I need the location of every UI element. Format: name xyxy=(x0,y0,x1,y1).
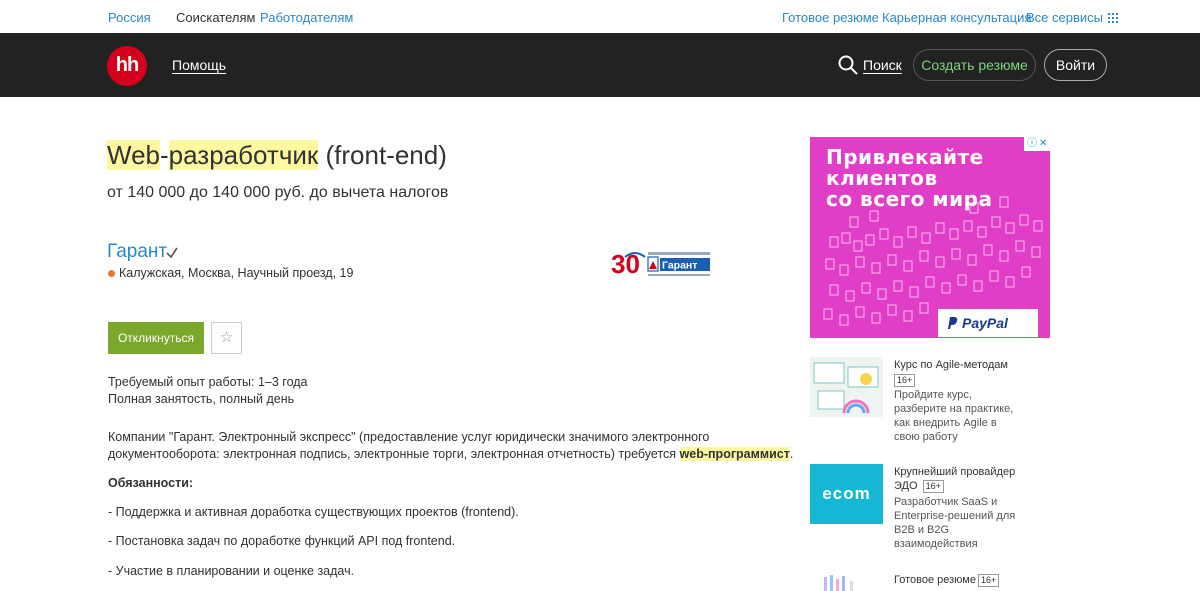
create-resume-button[interactable]: Создать резюме xyxy=(913,49,1036,81)
title-rest: (front-end) xyxy=(318,140,447,170)
desc-line: как внедрить Agile в xyxy=(894,417,997,429)
description-text: документооборота: электронная подпись, э… xyxy=(108,447,680,461)
title-line-2: ЭДО 16+ xyxy=(894,479,1015,493)
search-link[interactable]: Поиск xyxy=(863,57,902,73)
title-keyword-1: Web xyxy=(107,140,160,170)
hh-logo[interactable]: hh xyxy=(107,46,147,86)
all-services-link[interactable]: Все сервисы xyxy=(1026,10,1118,25)
ready-resume-link[interactable]: Готовое резюме xyxy=(782,10,879,25)
metro-dot-icon xyxy=(108,270,115,277)
description-line-1: Компании "Гарант. Электронный экспресс" … xyxy=(108,430,710,444)
favorite-star-button[interactable]: ☆ xyxy=(211,322,242,354)
ready-resume-image[interactable] xyxy=(810,571,883,591)
edo-provider-title[interactable]: Крупнейший провайдер ЭДО 16+ xyxy=(894,465,1015,493)
address: Калужская, Москва, Научный проезд, 19 xyxy=(119,266,354,280)
paypal-badge: PayPal xyxy=(938,309,1038,337)
ecom-logo-text: ecom xyxy=(822,484,871,503)
age-badge: 16+ xyxy=(894,374,916,387)
agile-course-desc: Пройдите курс, разберите на практике, ка… xyxy=(894,388,1013,444)
desc-line: Enterprise-решений для xyxy=(894,510,1016,522)
age-row: 16+ xyxy=(894,373,916,387)
ad-line: со всего мира xyxy=(826,187,993,211)
promo-title: Готовое резюме xyxy=(894,574,976,586)
title-line: Крупнейший провайдер xyxy=(894,466,1016,478)
search-icon[interactable] xyxy=(838,55,858,75)
desc-line: свою работу xyxy=(894,431,958,443)
respond-button[interactable]: Откликнуться xyxy=(108,322,204,354)
login-button[interactable]: Войти xyxy=(1044,49,1107,81)
desc-line: B2B и B2G xyxy=(894,524,950,536)
ad-banner[interactable]: Привлекайте клиентов со всего мира ⓘ ✕ xyxy=(810,137,1050,338)
description-highlight: web-программист xyxy=(679,447,790,461)
star-icon: ☆ xyxy=(219,329,234,346)
main-header: hh Помощь Поиск Создать резюме Войти xyxy=(0,33,1200,97)
paypal-label: PayPal xyxy=(962,315,1008,331)
all-services-label: Все сервисы xyxy=(1026,10,1103,25)
ad-choices[interactable]: ⓘ ✕ xyxy=(1024,137,1050,151)
edo-provider-desc: Разработчик SaaS и Enterprise-решений дл… xyxy=(894,495,1015,551)
desc-line: Пройдите курс, xyxy=(894,389,972,401)
help-link[interactable]: Помощь xyxy=(172,57,226,73)
verified-check-icon xyxy=(166,247,178,259)
desc-line: Разработчик SaaS и xyxy=(894,496,998,508)
applicants-link[interactable]: Соискателям xyxy=(176,10,255,25)
grid-icon xyxy=(1107,13,1118,23)
duty-item: - Участие в планировании и оценке задач. xyxy=(108,564,355,578)
title-keyword-2: разработчик xyxy=(168,140,319,170)
paypal-icon xyxy=(948,317,958,329)
ad-headline: Привлекайте клиентов со всего мира xyxy=(826,147,992,210)
career-consultation-link[interactable]: Карьерная консультация xyxy=(882,10,1031,25)
company-logo[interactable]: 30 Гарант xyxy=(611,247,712,279)
agile-course-image[interactable] xyxy=(810,357,883,417)
description-end: . xyxy=(789,447,794,461)
ecom-logo[interactable]: ecom xyxy=(810,464,883,524)
region-link[interactable]: Россия xyxy=(108,10,151,25)
ad-line: Привлекайте xyxy=(826,145,984,169)
duty-item: - Поддержка и активная доработка существ… xyxy=(108,505,519,519)
desc-line: разберите на практике, xyxy=(894,403,1014,415)
ad-info-icon[interactable]: ⓘ xyxy=(1027,137,1037,151)
employers-link[interactable]: Работодателям xyxy=(260,10,353,25)
age-badge: 16+ xyxy=(977,574,1000,587)
experience: Требуемый опыт работы: 1–3 года xyxy=(108,375,308,389)
agile-course-title[interactable]: Курс по Agile-методам xyxy=(894,358,1008,372)
employment: Полная занятость, полный день xyxy=(108,392,295,406)
salary: от 140 000 до 140 000 руб. до вычета нал… xyxy=(107,184,449,201)
desc-line: взаимодействия xyxy=(894,538,978,550)
duty-item: - Постановка задач по доработке функций … xyxy=(108,534,456,548)
title-word: ЭДО xyxy=(894,480,918,492)
title-separator: - xyxy=(160,140,169,170)
ad-line: клиентов xyxy=(826,166,938,190)
ad-close-icon[interactable]: ✕ xyxy=(1039,137,1047,151)
ready-resume-promo[interactable]: Готовое резюме 16+ xyxy=(894,573,1000,587)
duties-heading: Обязанности: xyxy=(108,476,194,490)
age-badge: 16+ xyxy=(922,480,944,493)
company-link[interactable]: Гарант xyxy=(107,241,167,263)
top-strip: Россия Соискателям Работодателям Готовое… xyxy=(0,0,1200,33)
description-line-2: документооборота: электронная подпись, э… xyxy=(108,446,793,463)
vacancy-title: Web-разработчик (front-end) xyxy=(107,140,447,171)
logo-brand: Гарант xyxy=(662,260,697,272)
